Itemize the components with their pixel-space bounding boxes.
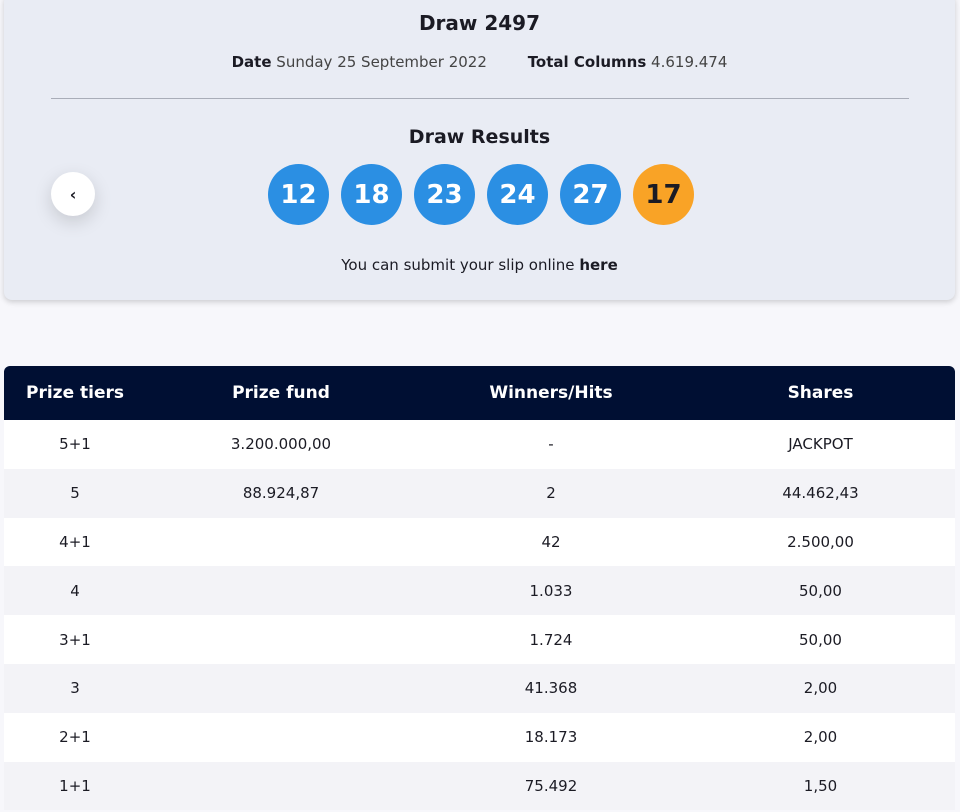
divider bbox=[51, 98, 909, 99]
cell-tier: 4 bbox=[70, 581, 80, 600]
header-winners: Winners/Hits bbox=[489, 383, 613, 403]
table-row: 4+1 42 2.500,00 bbox=[4, 517, 955, 567]
table-row: 5+1 3.200.000,00 - JACKPOT bbox=[4, 420, 955, 469]
cell-winners: 1.033 bbox=[529, 581, 573, 600]
results-title: Draw Results bbox=[408, 126, 551, 148]
table-row: 5 88.924,87 2 44.462,43 bbox=[4, 468, 955, 518]
cell-tier: 4+1 bbox=[59, 532, 91, 551]
cell-shares: 50,00 bbox=[799, 581, 842, 600]
submit-slip-text: You can submit your slip online here bbox=[4, 256, 955, 274]
cell-tier: 5+1 bbox=[59, 435, 91, 454]
cell-shares: 2,00 bbox=[803, 679, 838, 698]
cell-tier: 5 bbox=[70, 484, 80, 503]
draw-meta: Date Sunday 25 September 2022 Total Colu… bbox=[4, 53, 955, 71]
previous-draw-button[interactable]: ‹ bbox=[51, 172, 95, 216]
cell-tier: 2+1 bbox=[59, 728, 91, 747]
cell-shares: 44.462,43 bbox=[782, 484, 859, 503]
draw-title: Draw 2497 bbox=[418, 11, 541, 35]
cell-winners: 2 bbox=[546, 484, 556, 503]
header-shares: Shares bbox=[787, 383, 854, 403]
table-header: Prize tiers Prize fund Winners/Hits Shar… bbox=[4, 366, 955, 420]
prize-table: Prize tiers Prize fund Winners/Hits Shar… bbox=[4, 366, 955, 811]
cell-winners: 75.492 bbox=[524, 776, 578, 795]
columns-label: Total Columns bbox=[527, 53, 647, 71]
header-prize-tiers: Prize tiers bbox=[26, 383, 124, 403]
drawn-numbers: 12 18 23 24 27 17 bbox=[268, 164, 706, 225]
number-ball: 27 bbox=[560, 164, 621, 225]
chevron-left-icon: ‹ bbox=[69, 184, 77, 204]
cell-tier: 3 bbox=[70, 679, 80, 698]
number-ball: 18 bbox=[341, 164, 402, 225]
number-ball: 24 bbox=[487, 164, 548, 225]
number-ball: 12 bbox=[268, 164, 329, 225]
cell-tier: 3+1 bbox=[59, 630, 91, 649]
cell-winners: 41.368 bbox=[524, 679, 578, 698]
total-columns: Total Columns 4.619.474 bbox=[528, 53, 728, 71]
cell-winners: 18.173 bbox=[524, 728, 578, 747]
table-row: 2+1 18.173 2,00 bbox=[4, 712, 955, 762]
cell-winners: 42 bbox=[541, 532, 561, 551]
table-row: 3+1 1.724 50,00 bbox=[4, 615, 955, 664]
header-prize-fund: Prize fund bbox=[232, 383, 330, 403]
date-label: Date bbox=[231, 53, 272, 71]
draw-date: Date Sunday 25 September 2022 bbox=[232, 53, 487, 71]
cell-shares: 2.500,00 bbox=[787, 532, 854, 551]
cell-winners: 1.724 bbox=[529, 630, 573, 649]
columns-value: 4.619.474 bbox=[651, 53, 728, 71]
cell-fund: 3.200.000,00 bbox=[230, 435, 332, 454]
cell-tier: 1+1 bbox=[59, 776, 91, 795]
table-row: 4 1.033 50,00 bbox=[4, 566, 955, 616]
cell-winners: - bbox=[548, 435, 554, 454]
table-row: 3 41.368 2,00 bbox=[4, 663, 955, 713]
draw-card: Draw 2497 Date Sunday 25 September 2022 … bbox=[4, 0, 955, 300]
cell-shares: 50,00 bbox=[799, 630, 842, 649]
cell-fund: 88.924,87 bbox=[242, 484, 320, 503]
date-value: Sunday 25 September 2022 bbox=[276, 53, 487, 71]
cell-shares: 2,00 bbox=[803, 728, 838, 747]
table-row: 1+1 75.492 1,50 bbox=[4, 761, 955, 811]
bonus-ball: 17 bbox=[633, 164, 694, 225]
submit-slip-link[interactable]: here bbox=[579, 256, 617, 274]
submit-prefix: You can submit your slip online bbox=[341, 256, 575, 274]
cell-shares: JACKPOT bbox=[788, 435, 853, 454]
cell-shares: 1,50 bbox=[803, 776, 838, 795]
number-ball: 23 bbox=[414, 164, 475, 225]
